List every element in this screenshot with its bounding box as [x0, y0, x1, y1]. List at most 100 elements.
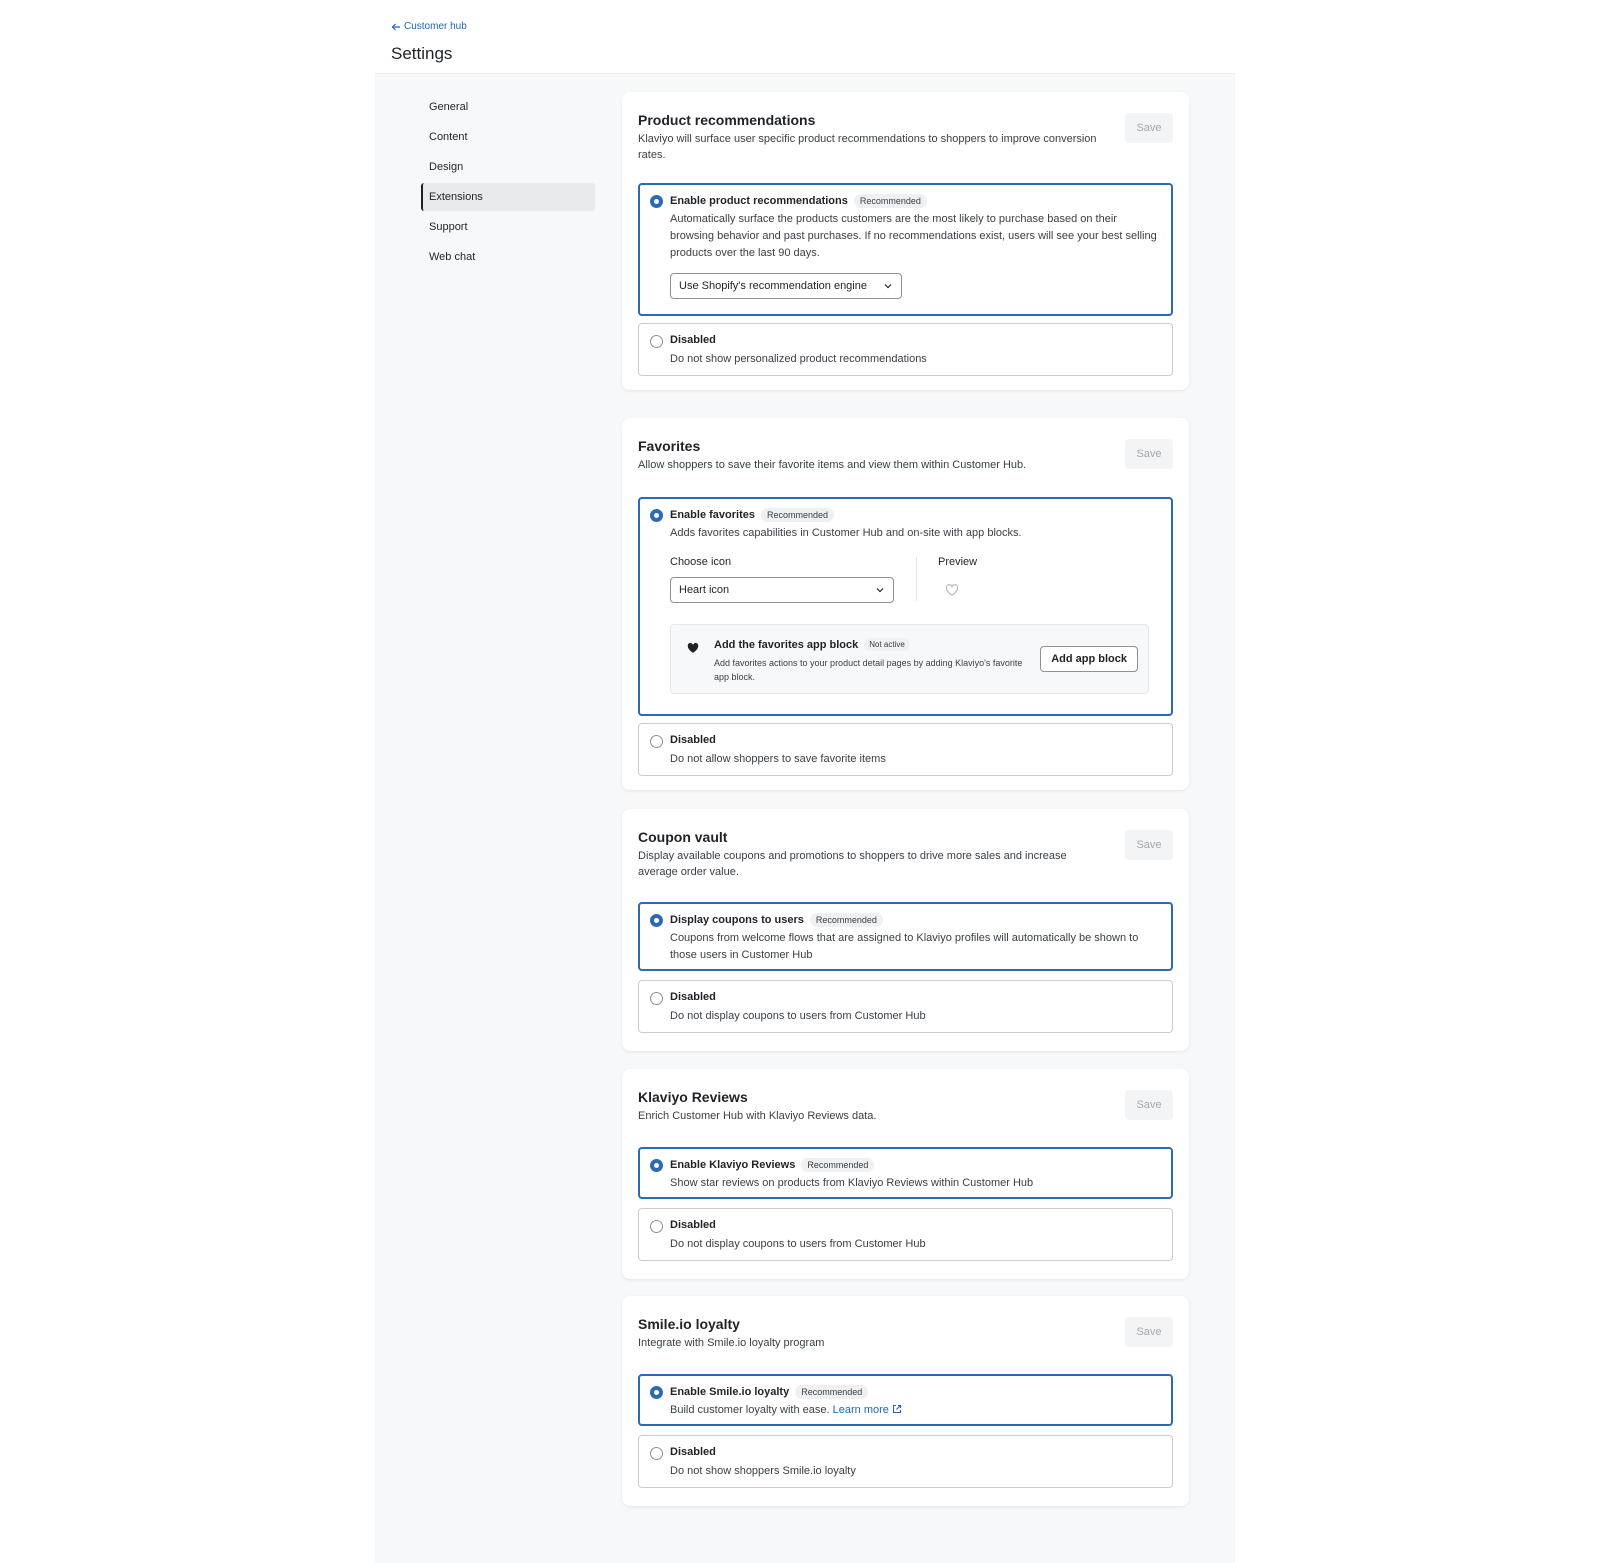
option-label: Enable Klaviyo Reviews Recommended	[670, 1158, 875, 1172]
coupon-vault-card: Coupon vault Display available coupons a…	[622, 809, 1189, 1051]
back-link-label: Customer hub	[404, 21, 467, 32]
option-description: Do not display coupons to users from Cus…	[670, 1238, 926, 1250]
recommended-badge: Recommended	[760, 508, 835, 522]
save-button[interactable]: Save	[1125, 1317, 1173, 1347]
arrow-left-icon	[391, 23, 400, 30]
option-description: Do not show shoppers Smile.io loyalty	[670, 1465, 856, 1477]
nav-item-extensions[interactable]: Extensions	[421, 183, 595, 211]
option-label: Disabled	[670, 734, 716, 746]
radio-selected[interactable]	[650, 914, 663, 927]
chevron-down-icon	[876, 588, 884, 593]
app-block-title-text: Add the favorites app block	[714, 638, 859, 651]
page-title: Settings	[391, 44, 453, 63]
card-description: Enrich Customer Hub with Klaviyo Reviews…	[638, 1110, 877, 1122]
option-enable-favorites[interactable]: Enable favorites Recommended Adds favori…	[638, 497, 1173, 716]
radio-unselected[interactable]	[650, 992, 663, 1005]
radio-selected[interactable]	[650, 1386, 663, 1399]
select-value: Heart icon	[679, 584, 730, 596]
option-disabled-coupons[interactable]: Disabled Do not display coupons to users…	[638, 980, 1173, 1033]
nav-item-support[interactable]: Support	[421, 213, 595, 241]
back-link[interactable]: Customer hub	[391, 21, 467, 32]
option-display-coupons[interactable]: Display coupons to users Recommended Cou…	[638, 902, 1173, 971]
save-button[interactable]: Save	[1125, 113, 1173, 143]
option-title: Disabled	[670, 334, 716, 346]
option-label: Enable Smile.io loyalty Recommended	[670, 1385, 869, 1399]
add-app-block-button[interactable]: Add app block	[1040, 646, 1138, 672]
nav-item-general[interactable]: General	[421, 93, 595, 121]
option-enable-product-recommendations[interactable]: Enable product recommendations Recommend…	[638, 183, 1173, 316]
select-value: Use Shopify's recommendation engine	[679, 280, 867, 292]
card-description: Integrate with Smile.io loyalty program	[638, 1337, 825, 1349]
nav-item-design[interactable]: Design	[421, 153, 595, 181]
card-title: Coupon vault	[638, 829, 728, 845]
radio-unselected[interactable]	[650, 335, 663, 348]
recommended-badge: Recommended	[801, 1158, 875, 1172]
app-block-description: Add favorites actions to your product de…	[714, 658, 1023, 682]
option-title: Display coupons to users	[670, 914, 804, 926]
option-enable-klaviyo-reviews[interactable]: Enable Klaviyo Reviews Recommended Show …	[638, 1147, 1173, 1199]
card-description: Display available coupons and promotions…	[638, 850, 1067, 878]
klaviyo-reviews-card: Klaviyo Reviews Enrich Customer Hub with…	[622, 1069, 1189, 1279]
option-description: Do not show personalized product recomme…	[670, 353, 927, 365]
option-label: Enable product recommendations Recommend…	[670, 194, 927, 208]
nav-item-web-chat[interactable]: Web chat	[421, 243, 595, 271]
option-disabled-favorites[interactable]: Disabled Do not allow shoppers to save f…	[638, 723, 1173, 776]
learn-more-link[interactable]: Learn more	[833, 1404, 902, 1416]
smile-loyalty-card: Smile.io loyalty Integrate with Smile.io…	[622, 1296, 1189, 1506]
radio-selected[interactable]	[650, 509, 663, 522]
recommended-badge: Recommended	[853, 194, 927, 208]
product-recommendations-card: Product recommendations Klaviyo will sur…	[622, 92, 1189, 390]
settings-nav: General Content Design Extensions Suppor…	[421, 93, 595, 273]
radio-unselected[interactable]	[650, 735, 663, 748]
icon-select[interactable]: Heart icon	[670, 577, 894, 603]
nav-item-content[interactable]: Content	[421, 123, 595, 151]
option-title: Enable Klaviyo Reviews	[670, 1159, 796, 1171]
option-label: Display coupons to users Recommended	[670, 913, 883, 927]
card-title: Smile.io loyalty	[638, 1316, 740, 1332]
external-link-icon	[892, 1404, 902, 1414]
heart-filled-icon	[687, 642, 699, 653]
card-title: Favorites	[638, 438, 701, 454]
save-button[interactable]: Save	[1125, 439, 1173, 469]
page-header: Customer hub Settings	[375, 0, 1235, 74]
option-title: Disabled	[670, 991, 716, 1003]
option-title: Enable favorites	[670, 509, 755, 521]
chevron-down-icon	[884, 284, 892, 289]
save-button[interactable]: Save	[1125, 1090, 1173, 1120]
option-description: Adds favorites capabilities in Customer …	[670, 527, 1022, 539]
option-title: Disabled	[670, 1219, 716, 1231]
favorites-app-block: Add the favorites app block Not active A…	[670, 624, 1149, 694]
option-disabled-product-recommendations[interactable]: Disabled Do not show personalized produc…	[638, 323, 1173, 376]
option-enable-smile-loyalty[interactable]: Enable Smile.io loyalty Recommended Buil…	[638, 1374, 1173, 1426]
option-label: Enable favorites Recommended	[670, 508, 835, 522]
option-title: Disabled	[670, 1446, 716, 1458]
option-disabled-smile-loyalty[interactable]: Disabled Do not show shoppers Smile.io l…	[638, 1435, 1173, 1488]
divider	[916, 557, 917, 601]
option-title: Enable Smile.io loyalty	[670, 1386, 790, 1398]
card-description: Klaviyo will surface user specific produ…	[638, 133, 1097, 161]
app-block-title: Add the favorites app block Not active	[714, 638, 910, 651]
card-description: Allow shoppers to save their favorite it…	[638, 459, 1027, 471]
radio-selected[interactable]	[650, 1159, 663, 1172]
option-disabled-klaviyo-reviews[interactable]: Disabled Do not display coupons to users…	[638, 1208, 1173, 1261]
recommended-badge: Recommended	[795, 1385, 869, 1399]
option-description-text: Build customer loyalty with ease.	[670, 1404, 830, 1416]
option-label: Disabled	[670, 1219, 716, 1231]
option-description: Do not allow shoppers to save favorite i…	[670, 753, 886, 765]
option-label: Disabled	[670, 334, 716, 346]
radio-unselected[interactable]	[650, 1447, 663, 1460]
not-active-badge: Not active	[864, 638, 910, 651]
option-description: Automatically surface the products custo…	[670, 213, 1157, 259]
radio-selected[interactable]	[650, 195, 663, 208]
card-title: Klaviyo Reviews	[638, 1089, 748, 1105]
recommendation-engine-select[interactable]: Use Shopify's recommendation engine	[670, 273, 902, 299]
radio-unselected[interactable]	[650, 1220, 663, 1233]
option-description: Show star reviews on products from Klavi…	[670, 1177, 1034, 1189]
favorites-card: Favorites Allow shoppers to save their f…	[622, 418, 1189, 790]
learn-more-label: Learn more	[832, 1404, 889, 1416]
option-title: Enable product recommendations	[670, 195, 848, 207]
preview-label: Preview	[938, 556, 978, 568]
option-description: Build customer loyalty with ease. Learn …	[670, 1402, 1160, 1419]
recommended-badge: Recommended	[809, 913, 883, 927]
save-button[interactable]: Save	[1125, 830, 1173, 860]
